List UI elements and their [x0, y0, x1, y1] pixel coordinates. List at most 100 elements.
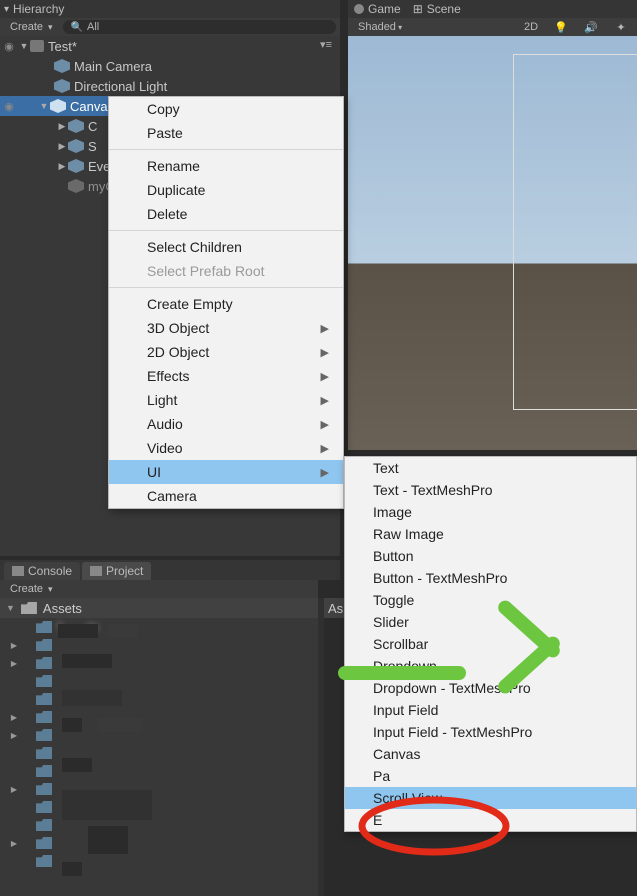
chevron-right-icon: ▶	[321, 466, 329, 479]
tab-console[interactable]: Console	[4, 562, 80, 580]
ui-submenu: Text Text - TextMeshPro Image Raw Image …	[344, 456, 637, 832]
menu-item-select-children[interactable]: Select Children	[109, 235, 343, 259]
expand-icon[interactable]: ▶	[56, 121, 68, 132]
menu-item-create-empty[interactable]: Create Empty	[109, 292, 343, 316]
assets-folder-header[interactable]: ▼ Assets	[0, 598, 318, 618]
project-toolbar: Create	[0, 580, 318, 598]
hierarchy-search-input[interactable]: 🔍 All	[63, 20, 336, 34]
submenu-item-slider[interactable]: Slider	[345, 611, 636, 633]
scene-root-label: Test*	[48, 39, 77, 54]
gameobject-icon	[68, 179, 84, 193]
lighting-toggle-button[interactable]: 💡	[551, 21, 571, 34]
expand-icon[interactable]: ▶	[56, 161, 68, 172]
gameobject-icon	[68, 119, 84, 133]
submenu-item-raw-image[interactable]: Raw Image	[345, 523, 636, 545]
scene-root-row[interactable]: ◉ ▼ Test*	[0, 36, 340, 56]
menu-item-effects[interactable]: Effects▶	[109, 364, 343, 388]
folder-icon	[21, 602, 37, 614]
audio-toggle-button[interactable]: 🔊	[581, 21, 601, 34]
hierarchy-item-directional-light[interactable]: Directional Light	[0, 76, 340, 96]
item-label: Main Camera	[74, 59, 152, 74]
project-create-button[interactable]: Create	[4, 583, 59, 595]
menu-item-video[interactable]: Video▶	[109, 436, 343, 460]
menu-item-audio[interactable]: Audio▶	[109, 412, 343, 436]
expand-icon[interactable]: ▼	[18, 41, 30, 51]
submenu-item-text[interactable]: Text	[345, 457, 636, 479]
search-placeholder: All	[87, 21, 99, 33]
visibility-icon[interactable]: ◉	[0, 100, 18, 113]
submenu-item-toggle[interactable]: Toggle	[345, 589, 636, 611]
hierarchy-panel-header: ▾ Hierarchy	[0, 0, 340, 18]
menu-item-camera[interactable]: Camera	[109, 484, 343, 508]
scene-viewport[interactable]	[348, 36, 637, 450]
expand-icon[interactable]: ▶	[56, 141, 68, 152]
tab-project[interactable]: Project	[82, 562, 151, 580]
chevron-right-icon: ▶	[321, 322, 329, 335]
scene-tab-bar: Game ⊞ Scene	[348, 0, 637, 18]
assets-tree[interactable]: T... ...de ▶ ▶ ▶ ▶ ▶ ▶	[0, 618, 318, 896]
submenu-item-button-tmp[interactable]: Button - TextMeshPro	[345, 567, 636, 589]
submenu-item-input-field[interactable]: Input Field	[345, 699, 636, 721]
chevron-right-icon: ▶	[321, 346, 329, 359]
menu-item-delete[interactable]: Delete	[109, 202, 343, 226]
hierarchy-toolbar: Create 🔍 All	[0, 18, 340, 36]
tab-scene[interactable]: ⊞ Scene	[413, 2, 461, 16]
chevron-right-icon: ▶	[321, 370, 329, 383]
item-label: C	[88, 119, 97, 134]
chevron-right-icon: ▶	[321, 394, 329, 407]
scene-icon: ⊞	[413, 2, 423, 16]
menu-item-duplicate[interactable]: Duplicate	[109, 178, 343, 202]
submenu-item-text-tmp[interactable]: Text - TextMeshPro	[345, 479, 636, 501]
gameobject-icon	[54, 79, 70, 93]
tab-game[interactable]: Game	[354, 2, 401, 16]
hierarchy-context-menu: Copy Paste Rename Duplicate Delete Selec…	[108, 96, 344, 509]
chevron-down-icon: ▾	[4, 4, 9, 15]
shading-mode-dropdown[interactable]: Shaded	[354, 21, 406, 33]
menu-item-paste[interactable]: Paste	[109, 121, 343, 145]
hierarchy-create-button[interactable]: Create	[4, 21, 59, 33]
game-icon	[354, 4, 364, 14]
console-icon	[12, 566, 24, 576]
menu-item-rename[interactable]: Rename	[109, 154, 343, 178]
tab-project-label: Project	[106, 564, 143, 578]
visibility-icon[interactable]: ◉	[0, 40, 18, 53]
hierarchy-menu-icon[interactable]: ▾≡	[320, 38, 332, 51]
bottom-tab-bar: Console Project	[0, 560, 340, 580]
scene-icon	[30, 40, 44, 52]
submenu-item-dropdown[interactable]: Dropdown	[345, 655, 636, 677]
submenu-item-button[interactable]: Button	[345, 545, 636, 567]
submenu-item-canvas[interactable]: Canvas	[345, 743, 636, 765]
menu-item-light[interactable]: Light▶	[109, 388, 343, 412]
menu-item-3d-object[interactable]: 3D Object▶	[109, 316, 343, 340]
2d-toggle-button[interactable]: 2D	[521, 21, 541, 33]
submenu-item-scroll-view[interactable]: Scroll View	[345, 787, 636, 809]
submenu-item-panel[interactable]: Pa	[345, 765, 636, 787]
submenu-item-input-field-tmp[interactable]: Input Field - TextMeshPro	[345, 721, 636, 743]
item-label: S	[88, 139, 97, 154]
canvas-gizmo-rect[interactable]	[513, 54, 637, 410]
assets-label: Assets	[43, 601, 82, 616]
gameobject-icon	[68, 139, 84, 153]
menu-item-ui[interactable]: UI▶	[109, 460, 343, 484]
submenu-item-event-system[interactable]: E	[345, 809, 636, 831]
submenu-item-scrollbar[interactable]: Scrollbar	[345, 633, 636, 655]
hierarchy-item-main-camera[interactable]: Main Camera	[0, 56, 340, 76]
hierarchy-title: Hierarchy	[13, 2, 64, 16]
menu-separator	[109, 287, 343, 288]
expand-icon[interactable]: ▼	[38, 101, 50, 111]
menu-item-copy[interactable]: Copy	[109, 97, 343, 121]
scene-toolbar: Shaded 2D 💡 🔊 ✦	[348, 18, 637, 36]
submenu-item-dropdown-tmp[interactable]: Dropdown - TextMeshPro	[345, 677, 636, 699]
search-icon: 🔍	[71, 22, 83, 33]
menu-item-2d-object[interactable]: 2D Object▶	[109, 340, 343, 364]
gameobject-icon	[50, 99, 66, 113]
item-label: Directional Light	[74, 79, 167, 94]
split-handle[interactable]	[318, 598, 324, 896]
chevron-right-icon: ▶	[321, 442, 329, 455]
menu-separator	[109, 230, 343, 231]
fx-toggle-button[interactable]: ✦	[611, 21, 631, 34]
submenu-item-image[interactable]: Image	[345, 501, 636, 523]
menu-separator	[109, 149, 343, 150]
gameobject-icon	[68, 159, 84, 173]
tab-game-label: Game	[368, 2, 401, 16]
